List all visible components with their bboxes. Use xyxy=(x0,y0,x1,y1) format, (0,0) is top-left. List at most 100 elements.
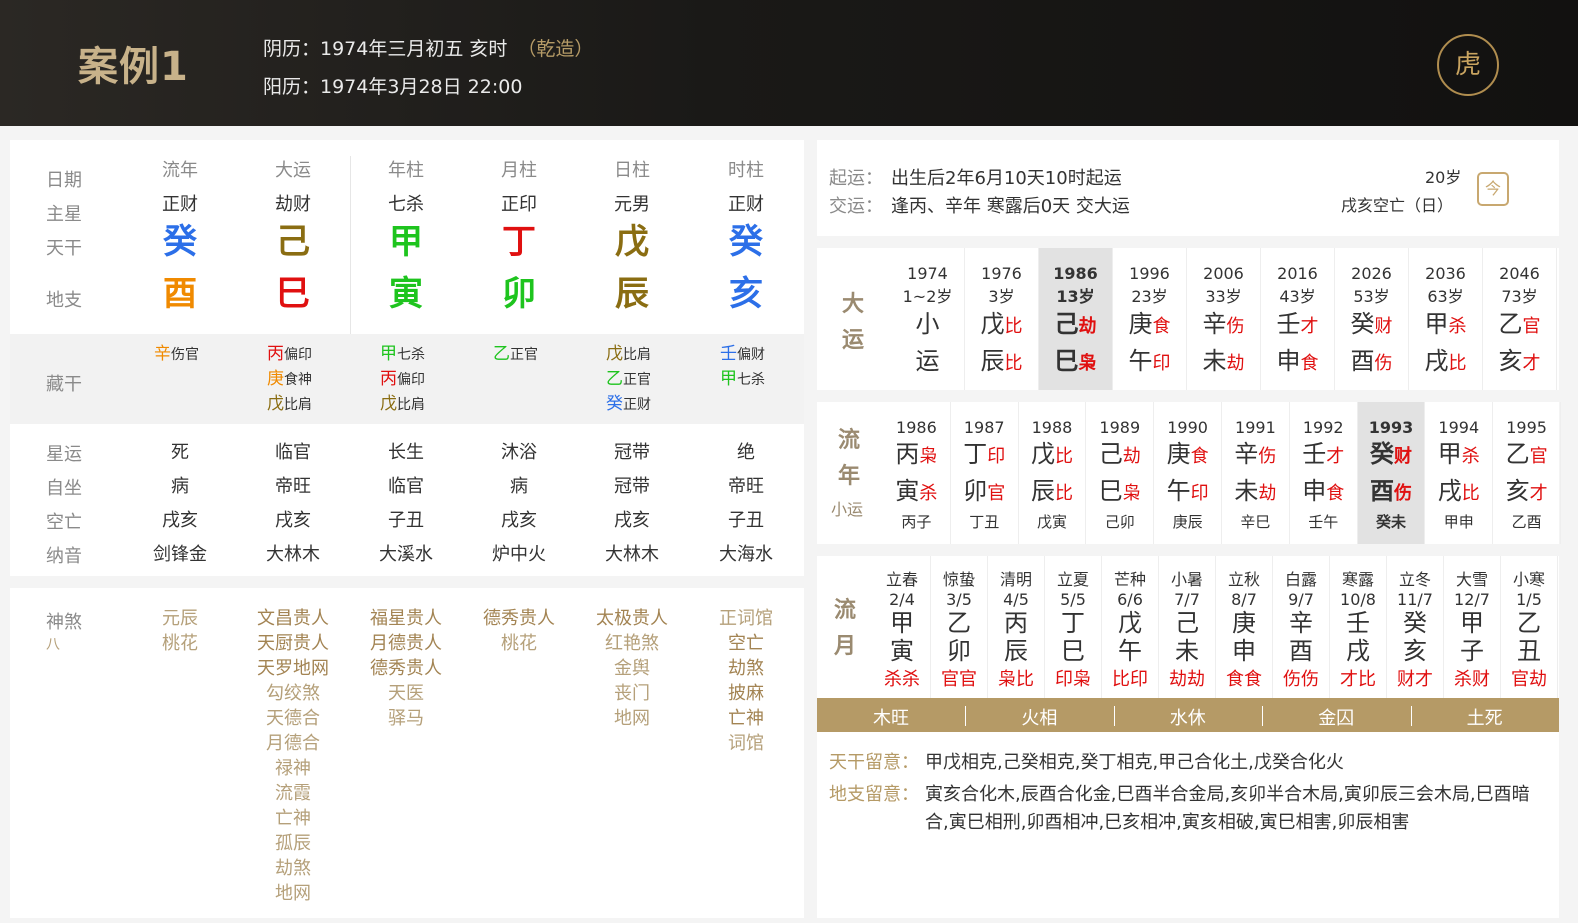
shensha-item[interactable]: 德秀贵人 xyxy=(346,656,466,681)
liunian-gan-char: 丙 xyxy=(895,440,920,468)
liunian-zhi-char: 辰 xyxy=(1030,477,1055,505)
liunian-gan: 丙枭 xyxy=(883,437,950,474)
dayun-cell[interactable]: 1976 3岁 戊比 辰比 xyxy=(965,248,1039,390)
liuyue-cell[interactable]: 立冬 11/7 癸亥财才 xyxy=(1387,556,1444,698)
liunian-zhi-shishen: 比 xyxy=(1054,483,1073,504)
canggan-stem: 癸 xyxy=(606,394,623,414)
shensha-item[interactable]: 桃花 xyxy=(120,631,240,656)
shensha-item[interactable]: 福星贵人 xyxy=(346,606,466,631)
liuyue-cell[interactable]: 大雪 12/7 甲子杀财 xyxy=(1444,556,1501,698)
liuyue-cell[interactable]: 小寒 1/5 乙丑官劫 xyxy=(1501,556,1558,698)
liunian-year: 1994 xyxy=(1438,418,1480,437)
shensha-item[interactable]: 劫煞 xyxy=(686,656,806,681)
shensha-item[interactable]: 地网 xyxy=(572,706,692,731)
shensha-item[interactable]: 天医 xyxy=(346,681,466,706)
liuyue-cell[interactable]: 立秋 8/7 庚申食食 xyxy=(1216,556,1273,698)
dayun-zhi-shishen: 比 xyxy=(1448,353,1467,374)
dayun-cell[interactable]: 2036 63岁 甲杀 戌比 xyxy=(1409,248,1483,390)
shensha-col: 福星贵人 月德贵人 德秀贵人 天医 驿马 xyxy=(346,606,466,731)
canggan-stem: 甲 xyxy=(380,344,397,364)
liuyue-cell[interactable]: 立春 2/4 甲寅杀杀 xyxy=(874,556,931,698)
liuyue-cell[interactable]: 立夏 5/5 丁巳印枭 xyxy=(1045,556,1102,698)
dayun-zhi: 未劫 xyxy=(1187,344,1260,381)
shensha-item[interactable]: 勾绞煞 xyxy=(233,681,353,706)
wuxing-divider xyxy=(965,706,967,726)
dayun-zhi-char: 申 xyxy=(1276,347,1301,375)
shensha-item[interactable]: 桃花 xyxy=(459,631,579,656)
dayun-cell[interactable]: 1996 23岁 庚食 午印 xyxy=(1113,248,1187,390)
shensha-col: 正词馆 空亡 劫煞 披麻 亡神 词馆 xyxy=(686,606,806,756)
shensha-item[interactable]: 金舆 xyxy=(572,656,692,681)
shensha-item[interactable]: 流霞 xyxy=(233,781,353,806)
nayin-cell: 大海水 xyxy=(719,544,773,565)
dayun-cell[interactable]: 2006 33岁 辛伤 未劫 xyxy=(1187,248,1261,390)
liunian-cell[interactable]: 1988 戊比 辰比 戊寅 xyxy=(1019,402,1087,544)
liunian-cell[interactable]: 1989 己劫 巳枭 己卯 xyxy=(1086,402,1155,544)
liuyue-cell[interactable]: 芒种 6/6 戊午比印 xyxy=(1102,556,1159,698)
shensha-item[interactable]: 劫煞 xyxy=(233,856,353,881)
calendar-today-icon[interactable]: 今 xyxy=(1477,172,1509,206)
gender-label: （乾造） xyxy=(517,38,594,60)
shensha-item[interactable]: 披麻 xyxy=(686,681,806,706)
shensha-item[interactable]: 亡神 xyxy=(233,806,353,831)
shensha-item[interactable]: 驿马 xyxy=(346,706,466,731)
dayun-gan-shishen: 杀 xyxy=(1448,316,1467,337)
liunian-cell[interactable]: 1990 庚食 午印 庚辰 xyxy=(1154,402,1222,544)
shensha-item[interactable]: 孤辰 xyxy=(233,831,353,856)
dayun-gan-shishen: 伤 xyxy=(1226,316,1245,337)
shensha-item[interactable]: 亡神 xyxy=(686,706,806,731)
shensha-item[interactable]: 文昌贵人 xyxy=(233,606,353,631)
shensha-item[interactable]: 太极贵人 xyxy=(572,606,692,631)
liunian-cell[interactable]: 1992 壬才 申食 壬午 xyxy=(1290,402,1358,544)
shensha-item[interactable]: 红艳煞 xyxy=(572,631,692,656)
shensha-item[interactable]: 词馆 xyxy=(686,731,806,756)
nayin-cell: 大林木 xyxy=(605,544,659,565)
canggan-shishen: 比肩 xyxy=(284,397,312,413)
dayun-age: 53岁 xyxy=(1353,287,1390,306)
canggan-shishen: 偏印 xyxy=(397,372,425,388)
dayun-cell[interactable]: 2046 73岁 乙官 亥才 xyxy=(1483,248,1557,390)
shensha-item[interactable]: 丧门 xyxy=(572,681,692,706)
liuyue-cell[interactable]: 白露 9/7 辛酉伤伤 xyxy=(1273,556,1330,698)
kongwang-cell: 戌亥 xyxy=(614,510,650,531)
shensha-item[interactable]: 天厨贵人 xyxy=(233,631,353,656)
dayun-cell[interactable]: 1974 1~2岁小运 xyxy=(891,248,965,390)
dizhi-cell: 辰 xyxy=(615,274,649,314)
shensha-item[interactable]: 地网 xyxy=(233,881,353,906)
liuyue-cell[interactable]: 惊蛰 3/5 乙卯官官 xyxy=(931,556,988,698)
dayun-zhi-shishen: 枭 xyxy=(1078,353,1097,374)
shensha-item[interactable]: 德秀贵人 xyxy=(459,606,579,631)
liunian-cell[interactable]: 1994 甲杀 戌比 甲申 xyxy=(1425,402,1494,544)
shensha-item[interactable]: 天罗地网 xyxy=(233,656,353,681)
liuyue-cell[interactable]: 寒露 10/8 壬戌才比 xyxy=(1330,556,1387,698)
dayun-gan: 庚食 xyxy=(1113,307,1186,344)
liuyue-date: 4/5 xyxy=(1003,590,1029,609)
dayun-cell[interactable]: 1986 13岁 己劫 巳枭 xyxy=(1039,248,1113,390)
liunian-cell[interactable]: 1993 癸财 酉伤 癸未 xyxy=(1357,402,1426,544)
canggan-stem: 壬 xyxy=(720,344,737,364)
dayun-zhi-char: 巳 xyxy=(1054,347,1079,375)
lunar-date-text: 阴历：1974年三月初五 亥时 xyxy=(263,38,508,60)
shensha-item[interactable]: 天德合 xyxy=(233,706,353,731)
shensha-item[interactable]: 空亡 xyxy=(686,631,806,656)
liuyue-cell[interactable]: 清明 4/5 丙辰枭比 xyxy=(988,556,1045,698)
canggan-shishen: 比肩 xyxy=(397,397,425,413)
divider-mid2 xyxy=(817,544,1559,556)
shensha-item[interactable]: 元辰 xyxy=(120,606,240,631)
shensha-item[interactable]: 月德合 xyxy=(233,731,353,756)
dayun-cell[interactable]: 2016 43岁 壬才 申食 xyxy=(1261,248,1335,390)
liuyue-cell[interactable]: 小暑 7/7 己未劫劫 xyxy=(1159,556,1216,698)
liunian-cell[interactable]: 1986 丙枭 寅杀 丙子 xyxy=(883,402,951,544)
wuxing-label: 水休 xyxy=(1169,708,1206,729)
tiger-seal-icon[interactable]: 虎 xyxy=(1437,34,1499,96)
shensha-item[interactable]: 月德贵人 xyxy=(346,631,466,656)
liunian-gan-shishen: 财 xyxy=(1393,446,1412,467)
dayun-cell[interactable]: 2026 53岁 癸财 酉伤 xyxy=(1335,248,1409,390)
liunian-cell[interactable]: 1991 辛伤 未劫 辛巳 xyxy=(1222,402,1290,544)
liunian-zhi: 卯官 xyxy=(951,474,1018,511)
liunian-cell[interactable]: 1995 乙官 亥才 乙酉 xyxy=(1493,402,1561,544)
column-header: 日柱 xyxy=(614,160,650,181)
shensha-item[interactable]: 正词馆 xyxy=(686,606,806,631)
shensha-item[interactable]: 禄神 xyxy=(233,756,353,781)
liunian-cell[interactable]: 1987 丁印 卯官 丁丑 xyxy=(951,402,1019,544)
